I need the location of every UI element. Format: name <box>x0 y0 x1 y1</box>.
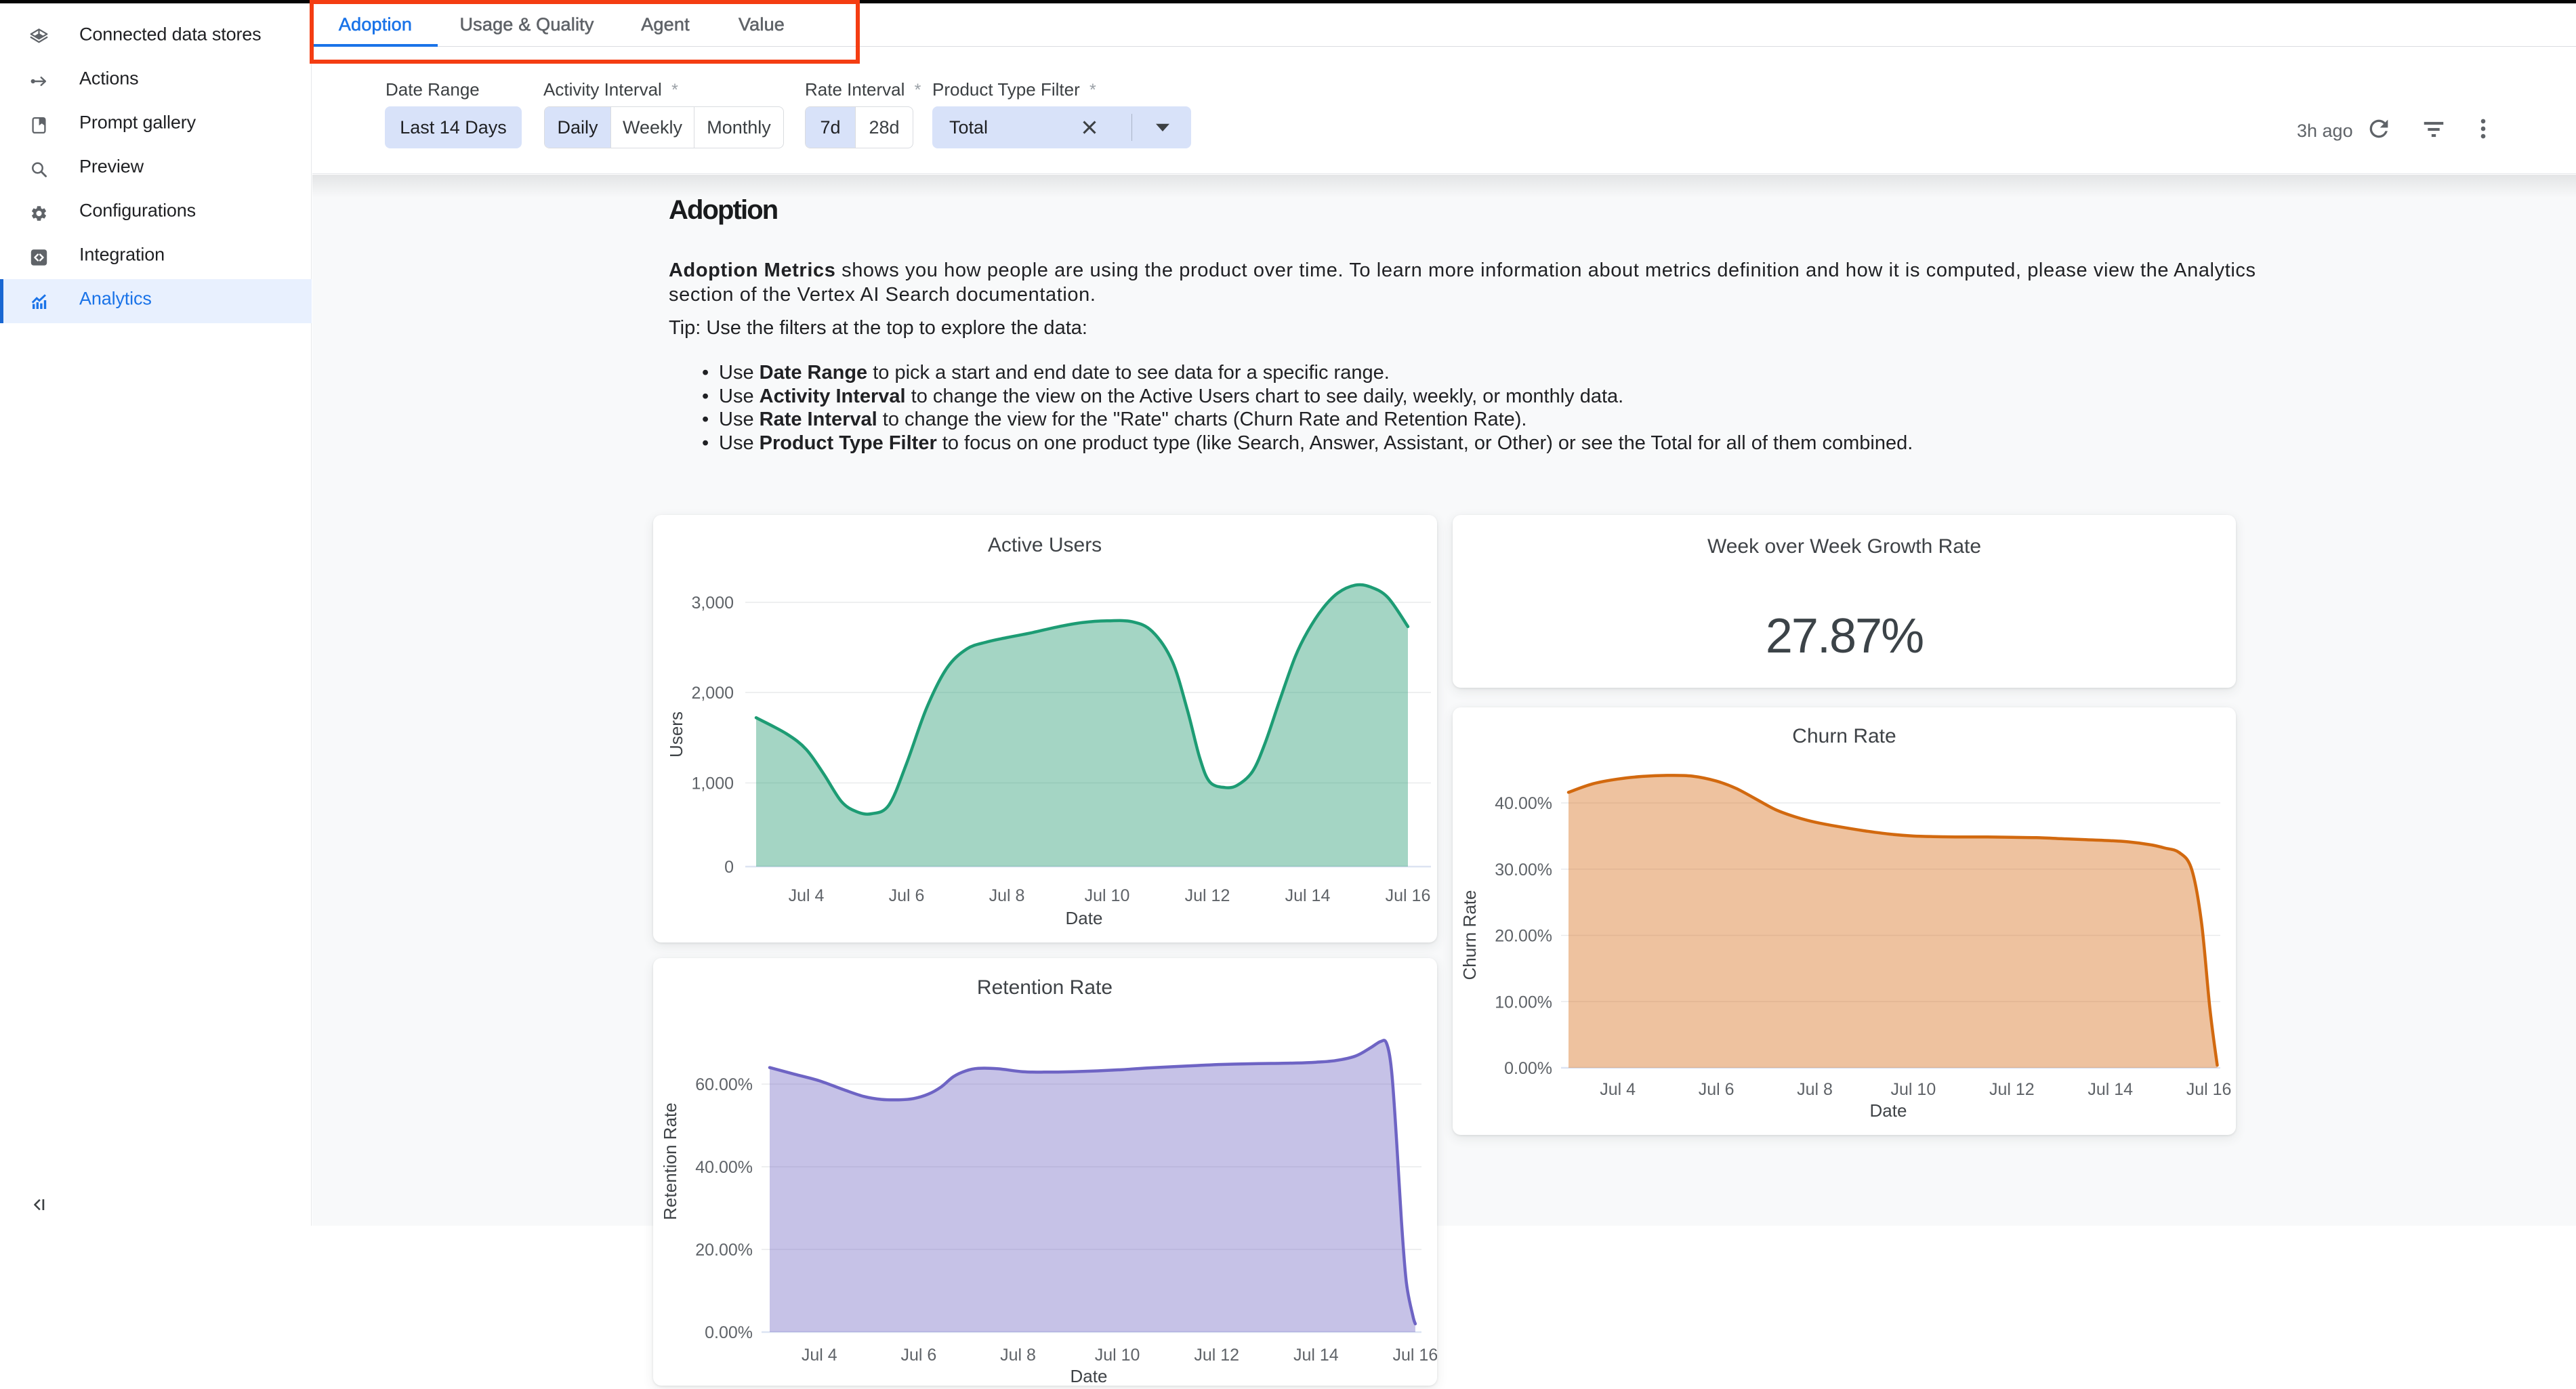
svg-text:0.00%: 0.00% <box>705 1323 753 1342</box>
svg-text:Jul 16: Jul 16 <box>2186 1080 2232 1099</box>
svg-text:Date: Date <box>1066 908 1103 928</box>
svg-text:1,000: 1,000 <box>691 774 734 793</box>
svg-text:Retention Rate: Retention Rate <box>660 1102 680 1220</box>
svg-text:Jul 8: Jul 8 <box>1000 1346 1036 1365</box>
svg-text:40.00%: 40.00% <box>1495 794 1552 813</box>
svg-text:Jul 10: Jul 10 <box>1085 886 1130 905</box>
svg-text:Retention Rate: Retention Rate <box>977 976 1113 999</box>
svg-text:Jul 4: Jul 4 <box>802 1346 837 1365</box>
svg-text:Users: Users <box>666 711 686 758</box>
svg-text:Jul 12: Jul 12 <box>1989 1080 2035 1099</box>
svg-text:20.00%: 20.00% <box>1495 927 1552 946</box>
svg-text:Jul 8: Jul 8 <box>989 886 1025 905</box>
svg-text:Churn Rate: Churn Rate <box>1792 725 1896 747</box>
svg-text:60.00%: 60.00% <box>695 1075 753 1094</box>
svg-text:Jul 16: Jul 16 <box>1386 886 1431 905</box>
svg-text:Jul 16: Jul 16 <box>1393 1346 1437 1365</box>
svg-text:Jul 10: Jul 10 <box>1891 1080 1936 1099</box>
svg-text:Jul 6: Jul 6 <box>1699 1080 1734 1099</box>
svg-text:Jul 14: Jul 14 <box>2087 1080 2133 1099</box>
svg-text:Jul 4: Jul 4 <box>1600 1080 1636 1099</box>
svg-text:Jul 14: Jul 14 <box>1285 886 1331 905</box>
svg-text:3,000: 3,000 <box>691 594 734 613</box>
svg-text:Jul 6: Jul 6 <box>900 1346 936 1365</box>
svg-text:40.00%: 40.00% <box>695 1158 753 1177</box>
svg-text:10.00%: 10.00% <box>1495 993 1552 1012</box>
svg-text:Date: Date <box>1870 1100 1907 1121</box>
svg-text:Jul 4: Jul 4 <box>789 886 825 905</box>
svg-text:Date: Date <box>1071 1366 1108 1386</box>
svg-text:Jul 8: Jul 8 <box>1797 1080 1833 1099</box>
svg-text:2,000: 2,000 <box>691 684 734 703</box>
svg-text:0: 0 <box>724 858 734 877</box>
svg-text:20.00%: 20.00% <box>695 1241 753 1260</box>
svg-text:30.00%: 30.00% <box>1495 861 1552 879</box>
svg-text:Active Users: Active Users <box>988 534 1102 556</box>
svg-text:Jul 12: Jul 12 <box>1185 886 1230 905</box>
svg-text:0.00%: 0.00% <box>1504 1059 1552 1078</box>
svg-text:Jul 12: Jul 12 <box>1194 1346 1239 1365</box>
svg-text:Jul 10: Jul 10 <box>1095 1346 1140 1365</box>
svg-text:Jul 14: Jul 14 <box>1293 1346 1339 1365</box>
svg-text:Churn Rate: Churn Rate <box>1459 890 1480 980</box>
svg-text:Jul 6: Jul 6 <box>889 886 925 905</box>
